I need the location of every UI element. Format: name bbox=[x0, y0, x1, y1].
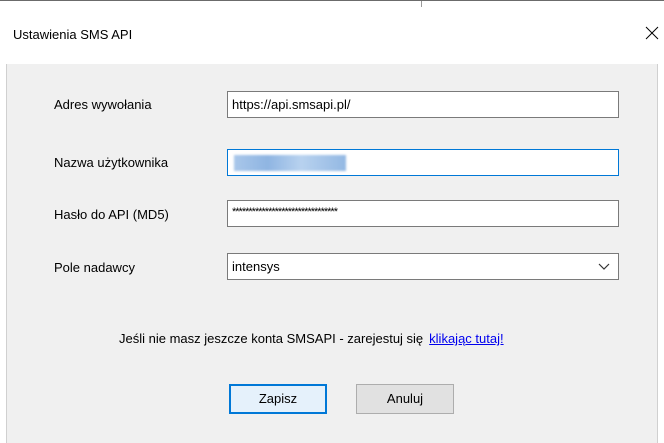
username-label: Nazwa użytkownika bbox=[54, 155, 169, 170]
register-info: Jeśli nie masz jeszcze konta SMSAPI - za… bbox=[119, 331, 504, 346]
username-input[interactable] bbox=[227, 149, 619, 176]
sender-label: Pole nadawcy bbox=[54, 260, 135, 275]
close-icon bbox=[645, 26, 659, 40]
register-text: Jeśli nie masz jeszcze konta SMSAPI - za… bbox=[119, 331, 424, 346]
register-link[interactable]: klikając tutaj! bbox=[429, 331, 503, 346]
title-bar[interactable]: Ustawienia SMS API bbox=[0, 0, 664, 64]
chevron-down-icon bbox=[598, 263, 610, 270]
settings-dialog: Ustawienia SMS API Adres wywołania https… bbox=[0, 0, 664, 443]
close-button[interactable] bbox=[640, 21, 664, 45]
cancel-button[interactable]: Anuluj bbox=[356, 384, 454, 414]
password-input[interactable]: ******************************** bbox=[227, 200, 619, 227]
sender-select-value: intensys bbox=[232, 259, 280, 274]
dialog-body: Adres wywołania https://api.smsapi.pl/ N… bbox=[6, 64, 658, 443]
window-title: Ustawienia SMS API bbox=[13, 27, 133, 42]
sender-select[interactable]: intensys bbox=[227, 253, 619, 280]
address-label: Adres wywołania bbox=[54, 97, 152, 112]
redacted-username bbox=[234, 155, 346, 171]
title-bar-divider bbox=[421, 1, 422, 7]
password-label: Hasło do API (MD5) bbox=[54, 207, 169, 222]
address-input[interactable]: https://api.smsapi.pl/ bbox=[227, 91, 619, 118]
save-button[interactable]: Zapisz bbox=[229, 384, 327, 414]
